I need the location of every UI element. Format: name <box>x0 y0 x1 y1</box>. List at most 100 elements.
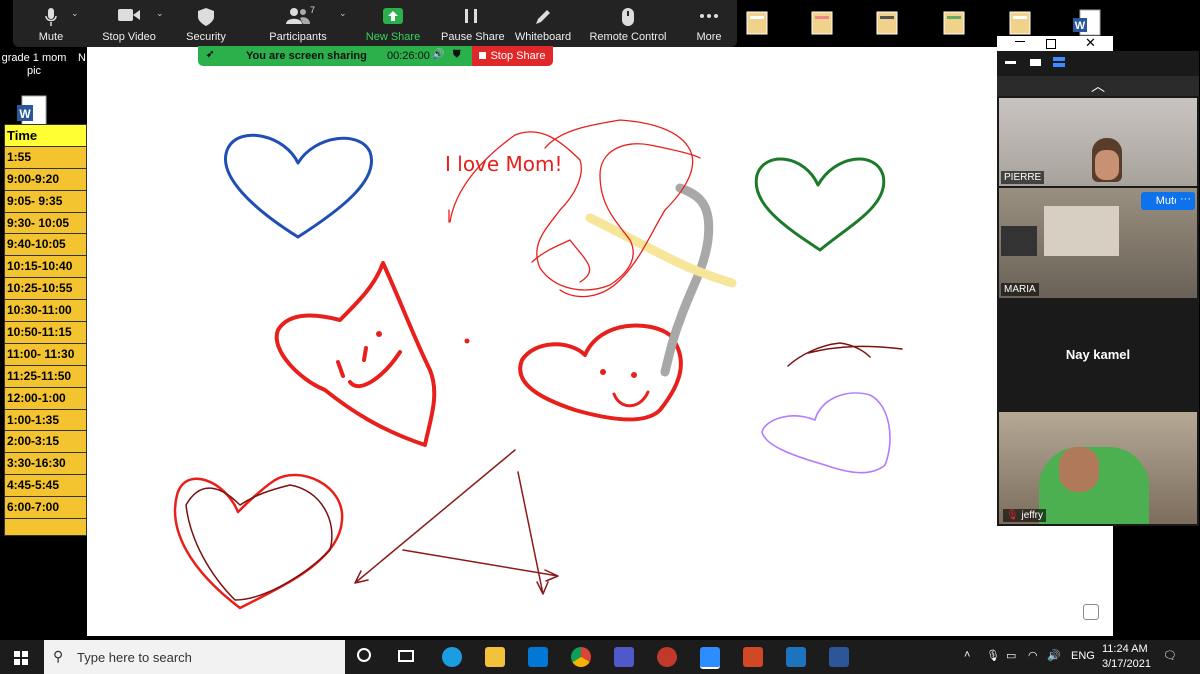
participants-label: Participants <box>269 31 327 43</box>
powerpoint-icon[interactable] <box>743 647 763 667</box>
zoom-icon[interactable] <box>700 647 720 669</box>
teams-icon[interactable] <box>614 647 634 667</box>
pause-share-button[interactable]: Pause Share <box>441 0 505 47</box>
windows-start-icon[interactable] <box>14 651 28 665</box>
participant-video-pierre[interactable]: PIERRE <box>999 98 1197 186</box>
schedule-row: 9:30- 10:05 <box>5 213 86 235</box>
participant-name-text: jeffry <box>1021 510 1043 521</box>
maximize-icon[interactable] <box>1046 39 1056 49</box>
folder-file-icon[interactable] <box>810 8 834 36</box>
close-icon[interactable]: ✕ <box>1085 35 1096 51</box>
taskbar-search-box[interactable]: ⚲ Type here to search <box>44 640 345 674</box>
folder-file-icon[interactable] <box>1008 8 1032 36</box>
security-button[interactable]: Security <box>179 0 233 47</box>
schedule-row: 11:25-11:50 <box>5 366 86 388</box>
stop-video-button[interactable]: Stop Video <box>99 0 159 47</box>
speaker-icon[interactable]: 🔊 <box>432 49 444 60</box>
arrow-drawing <box>354 449 516 584</box>
more-button[interactable]: More <box>689 0 729 47</box>
whiteboard-button[interactable]: Whiteboard <box>513 0 573 47</box>
wifi-icon[interactable]: ◠ <box>1028 649 1038 662</box>
video-player-icon[interactable] <box>786 647 806 667</box>
schedule-row: 10:30-11:00 <box>5 300 86 323</box>
chevron-down-icon[interactable]: ⌄ <box>71 8 79 19</box>
stop-share-label: Stop Share <box>490 50 546 62</box>
chevron-down-icon[interactable]: ⌄ <box>339 8 347 19</box>
folder-file-icon[interactable] <box>942 8 966 36</box>
microwave-shape <box>1001 226 1037 256</box>
desktop-file-label: grade 1 mom pic <box>1 52 67 77</box>
folder-file-icon[interactable] <box>745 8 769 36</box>
scroll-up-chevron-icon[interactable]: ︿ <box>997 76 1199 96</box>
sharing-status-bar[interactable]: ➶ You are screen sharing 00:26:00 🔊 ⛊ <box>198 46 472 66</box>
participant-video-jeffry[interactable]: 🎙 jeffry <box>999 412 1197 524</box>
whiteboard-label: Whiteboard <box>514 31 572 43</box>
video-panel: ︿ PIERRE Mute ··· MARIA Nay kamel 🎙 jeff… <box>997 51 1199 526</box>
language-indicator[interactable]: ENG <box>1071 650 1095 662</box>
microphone-tray-icon[interactable]: 🎙 <box>986 649 1000 662</box>
task-view-icon[interactable] <box>398 650 414 662</box>
search-icon: ⚲ <box>53 648 64 664</box>
chevron-up-icon[interactable]: ˄ <box>964 649 970 661</box>
schedule-row: 9:00-9:20 <box>5 169 86 191</box>
battery-icon[interactable]: ▭ <box>1006 649 1016 662</box>
participant-video-maria[interactable]: Mute ··· MARIA <box>999 188 1197 298</box>
gray-stroke-drawing <box>660 183 714 377</box>
video-camera-icon <box>118 9 140 21</box>
gallery-view-icon-part <box>1053 63 1065 67</box>
drag-handle-icon[interactable]: ➶ <box>206 49 214 60</box>
schedule-row: 1:00-1:35 <box>5 410 86 432</box>
word-document-icon[interactable]: W <box>1072 8 1102 36</box>
remote-control-button[interactable]: Remote Control <box>589 0 667 47</box>
notifications-icon[interactable]: 🗨 <box>1163 649 1177 662</box>
remote-control-label: Remote Control <box>589 31 667 43</box>
participants-icon <box>286 8 310 24</box>
minimize-icon[interactable] <box>1015 41 1025 42</box>
edge-icon[interactable] <box>442 647 462 667</box>
screen-sharing-banner: ➶ You are screen sharing 00:26:00 🔊 ⛊ St… <box>198 46 553 66</box>
more-options-button[interactable]: ··· <box>1176 192 1195 210</box>
schedule-panel: Time 1:55 9:00-9:20 9:05- 9:35 9:30- 10:… <box>4 124 87 536</box>
participants-button[interactable]: 7 Participants <box>263 0 333 47</box>
folder-file-icon[interactable] <box>875 8 899 36</box>
clock-time[interactable]: 11:24 AM <box>1102 643 1148 655</box>
desktop-file-label: N <box>78 52 86 64</box>
shield-icon <box>198 8 214 26</box>
clock-date[interactable]: 3/17/2021 <box>1102 658 1151 670</box>
red-face-drawing <box>274 261 437 447</box>
participant-count: 7 <box>310 5 316 15</box>
cortana-icon[interactable] <box>357 648 371 662</box>
app-icon[interactable] <box>657 647 677 667</box>
muted-mic-icon: 🎙 <box>1006 510 1019 521</box>
schedule-row: 1:55 <box>5 147 86 169</box>
whiteboard-canvas[interactable]: I love Mom! <box>87 47 1113 636</box>
chrome-icon[interactable] <box>571 647 591 667</box>
new-share-button[interactable]: New Share <box>363 0 423 47</box>
gallery-view-icon[interactable] <box>1053 57 1065 61</box>
file-explorer-icon[interactable] <box>485 647 505 667</box>
shelf-shape <box>1044 206 1119 256</box>
chevron-down-icon[interactable]: ⌄ <box>156 8 164 19</box>
participant-name: PIERRE <box>1001 171 1045 184</box>
arrow-drawing <box>517 471 549 595</box>
volume-icon[interactable]: 🔊 <box>1047 649 1061 662</box>
whiteboard-drawing <box>173 119 903 610</box>
participant-face <box>1059 447 1099 492</box>
stop-share-button[interactable]: Stop Share <box>472 46 553 66</box>
new-page-icon[interactable] <box>1083 604 1099 620</box>
pencil-icon <box>536 10 550 24</box>
minimize-panel-icon[interactable] <box>1005 61 1016 64</box>
mail-icon[interactable] <box>528 647 548 667</box>
participant-name: MARIA <box>1001 283 1039 296</box>
schedule-row: 9:40-10:05 <box>5 234 86 257</box>
svg-text:W: W <box>1075 20 1086 32</box>
desktop-file-grade-1-mom-pic[interactable]: grade 1 mom pic <box>0 52 68 78</box>
mouse-icon <box>622 8 634 26</box>
ellipsis-icon <box>700 14 718 18</box>
speaker-view-icon[interactable] <box>1030 59 1041 66</box>
participant-face <box>1095 150 1119 180</box>
shield-icon[interactable]: ⛊ <box>453 49 461 60</box>
word-icon[interactable] <box>829 647 849 667</box>
participant-tile-nay-kamel[interactable]: Nay kamel <box>999 300 1197 410</box>
mute-button[interactable]: Mute <box>25 0 77 47</box>
